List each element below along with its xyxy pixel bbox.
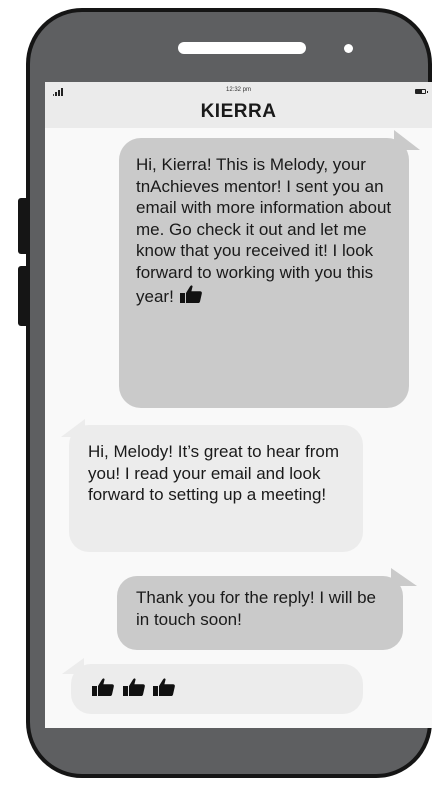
message-text: Hi, Kierra! This is Melody, your tnAchie… <box>136 155 392 306</box>
message-bubble-received[interactable]: Hi, Melody! It’s great to hear from you!… <box>61 419 363 552</box>
bubble-tail <box>62 658 84 674</box>
contact-name[interactable]: KIERRA <box>45 101 432 123</box>
bubble-tail <box>391 568 417 586</box>
status-time: 12:32 pm <box>225 87 252 93</box>
speaker-grille <box>178 42 306 54</box>
conversation-header: 12:32 pm KIERRA <box>45 82 432 128</box>
message-text: Hi, Melody! It’s great to hear from you!… <box>88 442 340 505</box>
thumbs-up-icon <box>179 284 202 303</box>
bubble-tail <box>61 419 85 437</box>
front-camera <box>344 44 353 53</box>
thumbs-up-icon <box>122 678 145 697</box>
message-bubble-received[interactable] <box>62 658 363 714</box>
message-text: Thank you for the reply! I will be in to… <box>136 588 377 629</box>
battery-icon <box>415 89 428 94</box>
thumbs-up-icon <box>153 678 176 697</box>
message-bubble-sent[interactable]: Thank you for the reply! I will be in to… <box>117 568 417 650</box>
phone-screen: 12:32 pm KIERRA Hi, Kierra! This is Melo… <box>45 82 432 728</box>
thumbs-up-icon <box>92 678 114 697</box>
bubble-tail <box>394 130 420 150</box>
message-bubble-sent[interactable]: Hi, Kierra! This is Melody, your tnAchie… <box>119 130 420 408</box>
